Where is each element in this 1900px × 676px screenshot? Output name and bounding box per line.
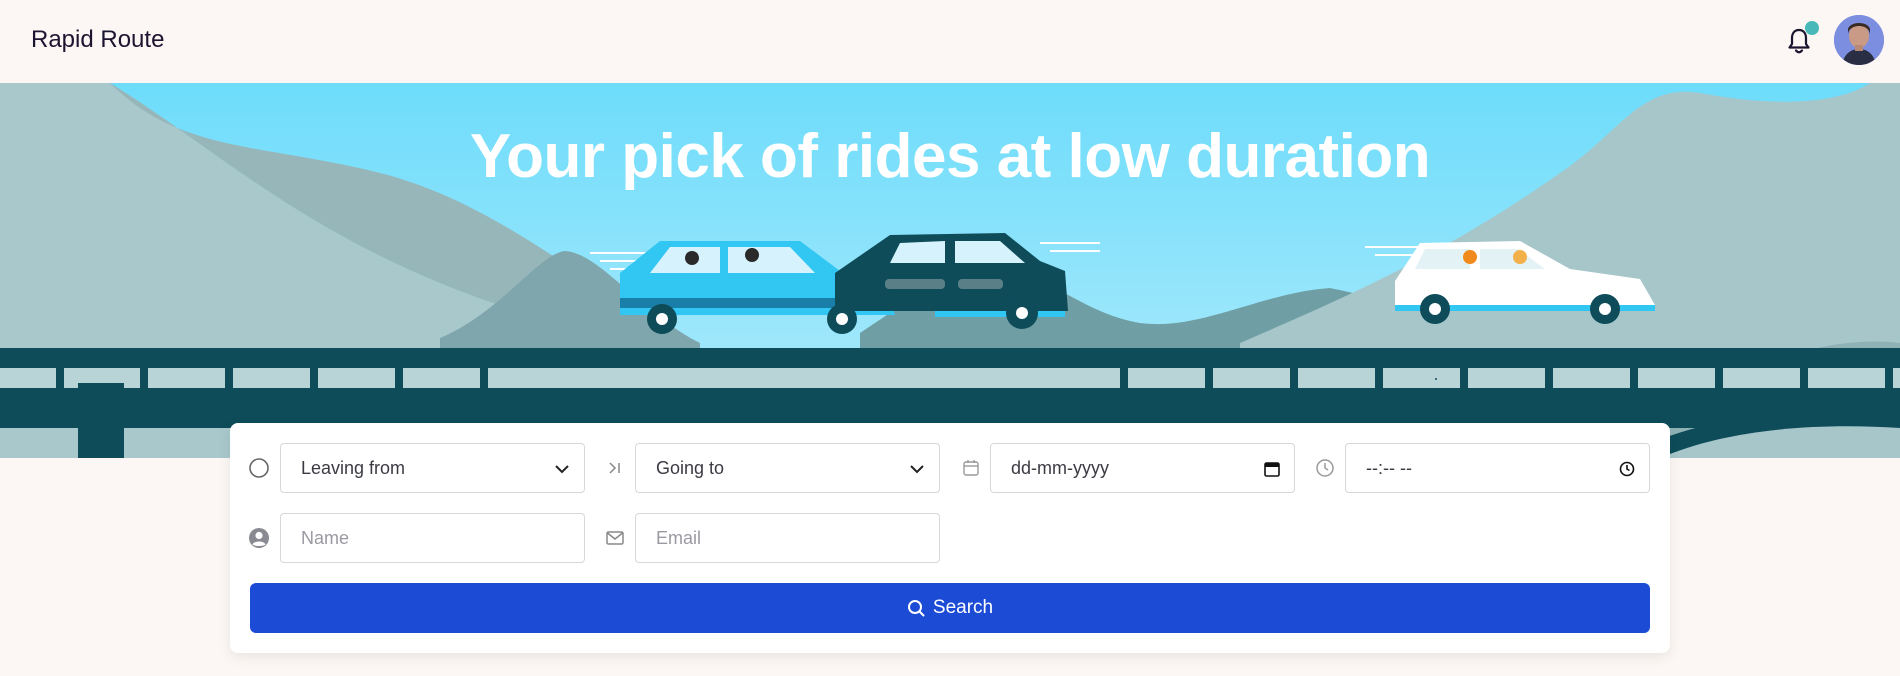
- top-bar: Rapid Route: [0, 0, 1900, 83]
- circle-icon: [248, 457, 270, 479]
- clock-picker-icon[interactable]: [1617, 459, 1637, 479]
- email-input[interactable]: Email: [635, 513, 940, 563]
- chevron-down-icon: [552, 459, 572, 479]
- arrow-to-line-icon: [604, 457, 626, 479]
- calendar-icon: [960, 457, 982, 479]
- leaving-from-select[interactable]: Leaving from: [280, 443, 585, 493]
- hero-title: Your pick of rides at low duration: [469, 122, 1431, 191]
- search-button[interactable]: Search: [250, 583, 1650, 633]
- brand-logo[interactable]: Rapid Route: [31, 26, 164, 54]
- chevron-down-icon: [907, 459, 927, 479]
- name-input[interactable]: Name: [280, 513, 585, 563]
- hero-banner: Your pick of rides at low duration: [0, 83, 1900, 458]
- search-icon: [907, 599, 925, 617]
- clock-icon: [1314, 457, 1336, 479]
- date-input[interactable]: dd-mm-yyyy: [990, 443, 1295, 493]
- calendar-picker-icon[interactable]: [1262, 459, 1282, 479]
- notification-dot: [1805, 21, 1819, 35]
- user-circle-icon: [248, 527, 270, 549]
- search-button-label: Search: [932, 597, 994, 618]
- time-input[interactable]: --:-- --: [1345, 443, 1650, 493]
- going-to-select[interactable]: Going to: [635, 443, 940, 493]
- ride-search-form: Leaving from Going to dd-mm-yyyy --:-- -…: [230, 423, 1670, 653]
- mail-icon: [604, 527, 626, 549]
- user-avatar[interactable]: [1834, 15, 1884, 65]
